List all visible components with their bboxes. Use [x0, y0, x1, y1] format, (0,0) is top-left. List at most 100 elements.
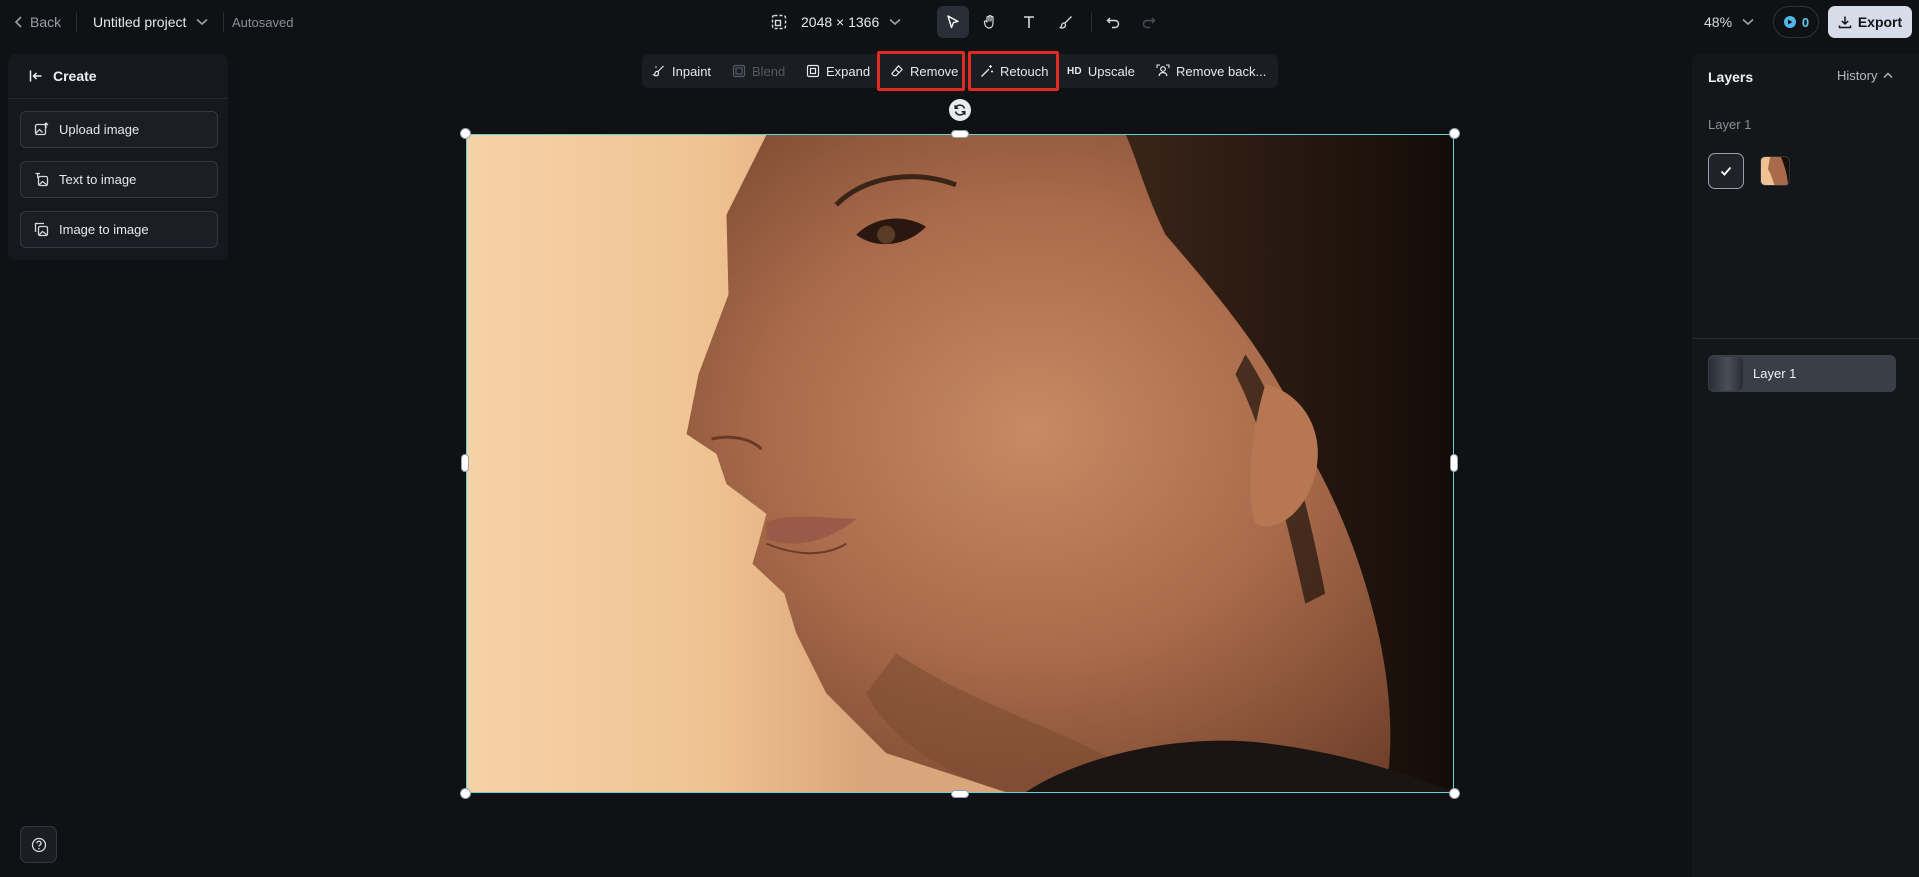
expand-label: Expand [826, 63, 871, 79]
text-tool-button[interactable] [1013, 6, 1045, 38]
brush-tool-button[interactable] [1050, 6, 1082, 38]
retouch-label: Retouch [1000, 63, 1049, 79]
chevron-left-icon [14, 16, 22, 28]
portrait-thumbnail [1761, 157, 1789, 185]
select-tool-button[interactable] [937, 6, 969, 38]
remove-background-label: Remove back... [1176, 63, 1267, 79]
resize-handle-top[interactable] [951, 130, 969, 138]
resize-handle-top-right[interactable] [1449, 128, 1460, 139]
divider [1091, 12, 1092, 32]
blend-label: Blend [752, 63, 786, 79]
resize-canvas-icon[interactable] [771, 14, 787, 30]
layer-thumbnail[interactable] [1760, 156, 1790, 186]
inpaint-button[interactable]: Inpaint [652, 54, 711, 88]
create-panel-header[interactable]: Create [8, 54, 228, 99]
layer-item[interactable]: Layer 1 [1708, 355, 1896, 392]
resize-handle-left[interactable] [461, 454, 469, 472]
top-bar: Back Untitled project Autosaved 2048 × 1… [0, 0, 1919, 44]
resize-handle-bottom-right[interactable] [1449, 788, 1460, 799]
collapse-left-icon [29, 70, 42, 82]
credits-button[interactable]: 0 [1773, 6, 1819, 38]
text-to-image-icon [35, 172, 49, 187]
divider [1692, 338, 1919, 339]
eraser-icon [891, 65, 903, 77]
layers-panel: Layers History Layer 1 Layer 1 [1692, 54, 1919, 877]
upscale-button[interactable]: HD Upscale [1067, 54, 1135, 88]
export-button[interactable]: Export [1828, 6, 1912, 38]
remove-label: Remove [910, 63, 959, 79]
blend-icon [732, 64, 746, 78]
download-icon [1838, 16, 1852, 29]
text-icon [1024, 16, 1034, 28]
chevron-down-icon [196, 18, 208, 26]
cursor-arrow-icon [947, 15, 959, 29]
upscale-label: Upscale [1087, 63, 1135, 79]
rotate-handle[interactable] [949, 99, 971, 121]
upload-image-button[interactable]: Upload image [20, 111, 218, 148]
pan-tool-button[interactable] [974, 6, 1006, 38]
layer-item-thumbnail [1709, 356, 1743, 391]
expand-button[interactable]: Expand [806, 54, 870, 88]
canvas-size-value: 2048 × 1366 [801, 14, 880, 30]
hand-icon [983, 14, 994, 29]
image-edit-toolbar: Inpaint Blend Expand Remove Retouch HD U… [642, 54, 1278, 88]
resize-handle-right[interactable] [1450, 454, 1458, 472]
zoom-dropdown[interactable]: 48% [1704, 11, 1754, 33]
canvas-image[interactable] [466, 134, 1454, 793]
canvas-size-dropdown[interactable]: 2048 × 1366 [801, 14, 901, 30]
redo-icon [1142, 17, 1156, 29]
checkmark-icon [1720, 166, 1732, 176]
project-name-dropdown[interactable]: Untitled project [93, 11, 208, 33]
back-label: Back [30, 14, 62, 30]
history-label: History [1837, 68, 1878, 83]
upload-image-icon [34, 122, 49, 136]
layers-title: Layers [1708, 69, 1754, 85]
inpaint-label: Inpaint [672, 63, 712, 79]
hd-badge: HD [1067, 65, 1082, 77]
project-name: Untitled project [93, 14, 187, 30]
rotate-icon [954, 104, 966, 116]
image-to-image-label: Image to image [59, 222, 149, 237]
inpaint-icon [652, 65, 664, 77]
undo-button[interactable] [1097, 6, 1129, 38]
back-button[interactable]: Back [14, 11, 61, 33]
canvas-size-control: 2048 × 1366 [771, 11, 901, 33]
text-to-image-button[interactable]: Text to image [20, 161, 218, 198]
portrait-photo [467, 135, 1453, 792]
help-icon [31, 837, 46, 852]
brush-icon [1059, 16, 1072, 29]
layer-section-label: Layer 1 [1708, 117, 1752, 132]
create-panel: Create Upload image Text to image Image … [8, 54, 228, 260]
image-to-image-button[interactable]: Image to image [20, 211, 218, 248]
retouch-button[interactable]: Retouch [980, 54, 1048, 88]
resize-handle-bottom-left[interactable] [460, 788, 471, 799]
resize-handle-bottom[interactable] [951, 790, 969, 798]
remove-button[interactable]: Remove [890, 54, 958, 88]
layer-item-name: Layer 1 [1753, 366, 1797, 381]
create-panel-title: Create [53, 68, 97, 84]
blend-button: Blend [732, 54, 785, 88]
image-to-image-icon [34, 222, 49, 237]
upload-image-label: Upload image [59, 122, 140, 137]
remove-background-button[interactable]: Remove back... [1156, 54, 1266, 88]
zoom-value: 48% [1704, 14, 1733, 30]
chevron-down-icon [889, 18, 901, 26]
text-to-image-label: Text to image [59, 172, 137, 187]
undo-icon [1106, 17, 1120, 29]
expand-icon [806, 64, 820, 78]
magic-wand-icon [981, 65, 993, 77]
help-button[interactable] [20, 826, 57, 863]
history-toggle[interactable]: History [1837, 68, 1893, 83]
remove-background-icon [1156, 64, 1170, 77]
layer-select-checkbox[interactable] [1708, 153, 1744, 189]
chevron-down-icon [1742, 18, 1754, 26]
redo-button[interactable] [1133, 6, 1165, 38]
credit-coin-icon [1783, 16, 1796, 28]
chevron-up-icon [1883, 72, 1893, 78]
export-label: Export [1857, 14, 1903, 30]
credits-count: 0 [1801, 14, 1810, 30]
divider [223, 12, 224, 32]
autosaved-status: Autosaved [232, 14, 294, 30]
divider [76, 12, 77, 32]
resize-handle-top-left[interactable] [460, 128, 471, 139]
